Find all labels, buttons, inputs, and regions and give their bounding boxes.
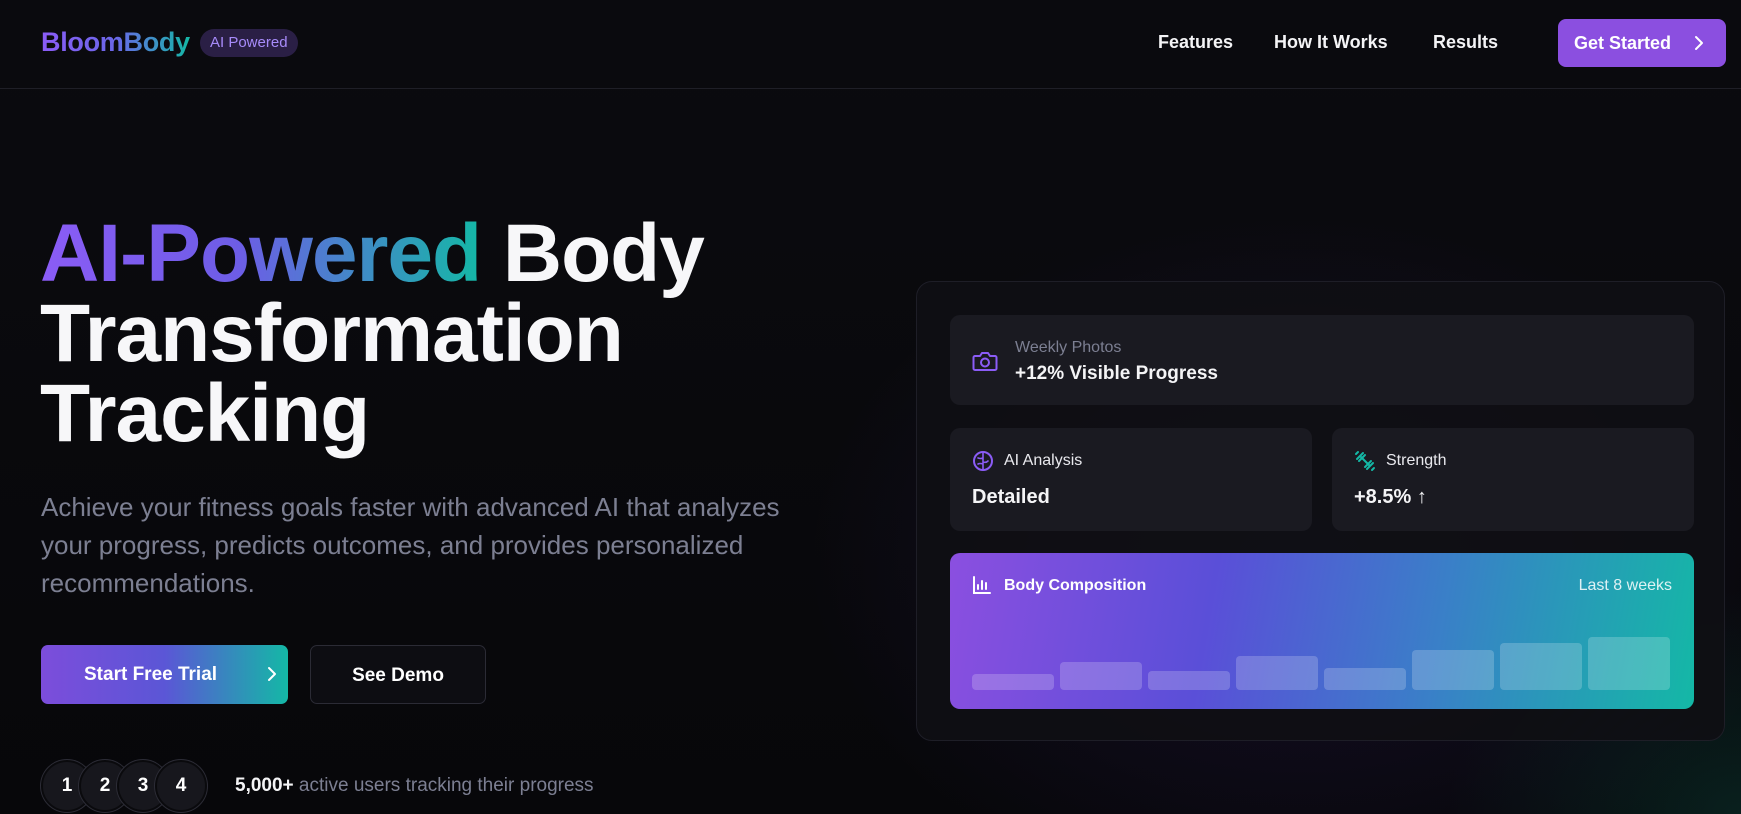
ai-analysis-tile: AI Analysis Detailed <box>950 428 1312 531</box>
hero-title: AI-Powered Body Transformation Tracking <box>40 213 840 455</box>
dashboard-preview-card: Weekly Photos +12% Visible Progress AI A… <box>916 281 1725 741</box>
top-nav: BloomBody AI Powered Features How It Wor… <box>0 0 1741 89</box>
logo[interactable]: BloomBody <box>41 27 190 58</box>
time-range-label: Last 8 weeks <box>1578 577 1672 594</box>
users-count: 5,000+ <box>235 775 294 796</box>
body-composition-bar <box>1324 668 1406 690</box>
bar-chart-icon <box>973 576 991 594</box>
users-caption: active users tracking their progress <box>293 775 594 796</box>
strength-label: Strength <box>1386 452 1447 469</box>
chevron-right-icon <box>268 667 276 681</box>
strength-tile: Strength +8.5% ↑ <box>1332 428 1694 531</box>
brain-icon <box>973 451 993 471</box>
body-composition-tile: Body Composition Last 8 weeks <box>950 553 1694 709</box>
active-users-text: 5,000+ active users tracking their progr… <box>235 775 594 797</box>
start-free-trial-label: Start Free Trial <box>84 664 218 685</box>
see-demo-label: See Demo <box>352 665 444 686</box>
body-composition-bar <box>1060 662 1142 690</box>
body-composition-bars <box>972 615 1672 690</box>
body-composition-bar <box>1236 656 1318 690</box>
hero-title-line-2: Transformation <box>40 288 624 379</box>
see-demo-button[interactable]: See Demo <box>310 645 486 704</box>
ai-powered-badge: AI Powered <box>200 29 298 57</box>
body-composition-bar <box>1148 671 1230 690</box>
hero-title-part: Body <box>481 208 705 299</box>
avatar-group: 1 2 3 4 <box>41 760 211 812</box>
dumbbell-icon <box>1355 451 1375 471</box>
avatar: 4 <box>155 760 207 812</box>
ai-analysis-label: AI Analysis <box>1004 452 1083 469</box>
weekly-photos-tile: Weekly Photos +12% Visible Progress <box>950 315 1694 405</box>
weekly-photos-value: +12% Visible Progress <box>1015 363 1218 384</box>
nav-link-features[interactable]: Features <box>1158 32 1233 53</box>
get-started-label: Get Started <box>1574 32 1672 53</box>
body-composition-bar <box>972 674 1054 690</box>
strength-value: +8.5% ↑ <box>1354 486 1427 508</box>
hero-title-line-3: Tracking <box>40 368 370 459</box>
nav-link-how-it-works[interactable]: How It Works <box>1274 32 1388 53</box>
start-free-trial-button[interactable]: Start Free Trial <box>41 645 288 704</box>
nav-link-results[interactable]: Results <box>1433 32 1498 53</box>
body-composition-bar <box>1412 650 1494 690</box>
body-composition-bar <box>1500 643 1582 690</box>
camera-icon <box>972 352 998 371</box>
body-composition-bar <box>1588 637 1670 690</box>
chevron-right-icon <box>1695 36 1703 50</box>
weekly-photos-label: Weekly Photos <box>1015 339 1122 356</box>
ai-analysis-value: Detailed <box>972 486 1050 508</box>
get-started-button[interactable]: Get Started <box>1558 19 1726 67</box>
hero-title-gradient: AI-Powered <box>40 208 482 299</box>
hero-subtitle: Achieve your fitness goals faster with a… <box>41 492 780 598</box>
body-composition-label: Body Composition <box>1004 577 1147 594</box>
